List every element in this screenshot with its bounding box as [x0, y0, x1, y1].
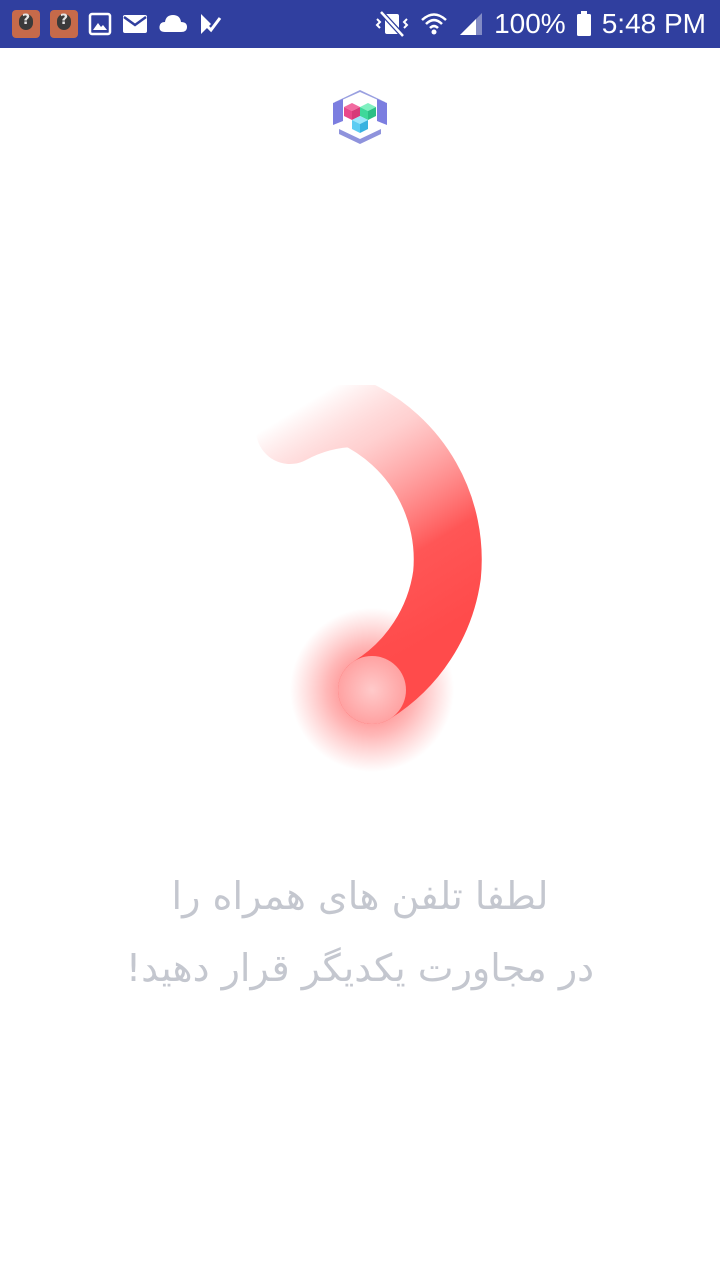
- email-icon: [123, 15, 147, 33]
- instruction-text: لطفا تلفن های همراه را در مجاورت یکدیگر …: [30, 860, 690, 1004]
- battery-icon: [576, 11, 591, 36]
- signal-icon: [460, 13, 483, 35]
- checkmark-icon: [201, 14, 222, 34]
- contact-avatar-icon: [50, 10, 78, 38]
- contact-avatar-icon: [12, 10, 40, 38]
- wifi-icon: [421, 13, 447, 35]
- clock: 5:48 PM: [601, 8, 706, 39]
- instruction-line-2: در مجاورت یکدیگر قرار دهید!: [125, 946, 595, 990]
- status-bar: 100% 5:48 PM: [0, 0, 720, 48]
- notification-icons: [12, 10, 232, 38]
- cube-logo-icon: [333, 90, 387, 144]
- system-icons: 100% 5:48 PM: [364, 8, 706, 40]
- cloud-icon: [159, 15, 187, 32]
- instruction-line-1: لطفا تلفن های همراه را: [171, 874, 549, 918]
- vibrate-mute-icon: [375, 11, 409, 37]
- loading-spinner: [256, 385, 482, 772]
- battery-percent: 100%: [494, 8, 566, 39]
- image-icon: [88, 12, 112, 36]
